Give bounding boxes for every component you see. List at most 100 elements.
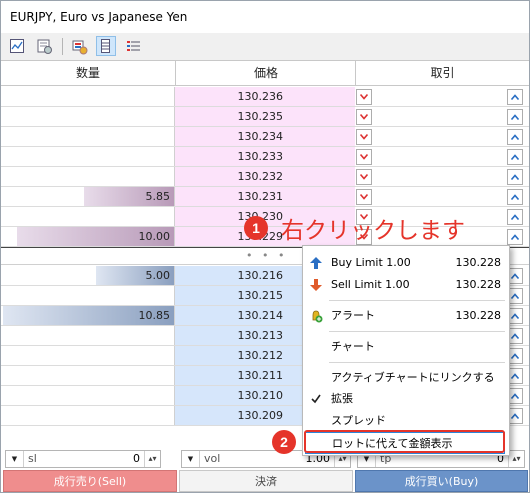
volume-cell [1,87,175,106]
chevron-down-icon [360,94,368,100]
menu-separator [329,331,505,332]
arrow-up-icon [309,256,323,270]
sell-order-dropdown[interactable] [356,149,372,165]
buy-order-dropdown[interactable] [507,229,523,245]
step-1-badge: 1 [244,216,268,240]
close-position-button[interactable]: 決済 [179,470,353,492]
chevron-up-icon [511,393,519,399]
depth-icon[interactable] [69,36,89,56]
sell-order-dropdown[interactable] [356,89,372,105]
buy-order-dropdown[interactable] [507,109,523,125]
chevron-up-icon [511,293,519,299]
buy-order-dropdown[interactable] [507,149,523,165]
chevron-down-icon [360,174,368,180]
chevron-up-icon [511,174,519,180]
calendar-icon[interactable] [96,36,116,56]
sell-order-dropdown[interactable] [356,169,372,185]
chevron-up-icon [511,134,519,140]
sell-order-dropdown[interactable] [356,189,372,205]
column-header: 数量 価格 取引 [1,61,529,86]
chart-icon[interactable] [7,36,27,56]
menu-item-alert[interactable]: アラート 130.228 [303,305,509,327]
volume-cell [1,346,175,365]
buy-order-dropdown[interactable] [507,189,523,205]
volume-cell: 10.00 [1,227,175,246]
sell-order-dropdown[interactable] [356,109,372,125]
ask-row[interactable]: 130.232 [1,167,529,187]
sl-stepper-icon[interactable]: ▴▾ [144,451,160,467]
separator-dots: • • • [246,249,288,262]
price-cell: 130.233 [175,147,355,166]
buy-order-dropdown[interactable] [507,209,523,225]
chevron-up-icon [511,273,519,279]
checkmark-icon [309,392,323,406]
chevron-up-icon [511,373,519,379]
context-menu: Buy Limit 1.00 130.228 Sell Limit 1.00 1… [302,245,510,456]
buy-market-button[interactable]: 成行買い(Buy) [355,470,528,492]
chevron-up-icon [511,413,519,419]
menu-item-buy-limit[interactable]: Buy Limit 1.00 130.228 [303,252,509,274]
buy-order-dropdown[interactable] [507,129,523,145]
volume-value: 10.85 [138,309,171,322]
buy-order-dropdown[interactable] [507,89,523,105]
alarm-icon [309,309,323,323]
volume-cell [1,127,175,146]
toolbar-divider [62,38,63,55]
order-button-bar: 成行売り(Sell) 決済 成行買い(Buy) [1,470,529,492]
sl-field[interactable]: ▼ sl 0 ▴▾ [5,450,161,468]
step-1-instruction: 右クリックします [281,218,465,244]
ask-row[interactable]: 130.234 [1,127,529,147]
volume-cell [1,406,175,425]
list-icon[interactable] [123,36,143,56]
menu-item-chart[interactable]: チャート [303,336,509,358]
ask-row[interactable]: 130.233 [1,147,529,167]
chart-label: チャート [331,340,375,353]
menu-item-expand[interactable]: 拡張 [303,388,509,410]
sl-value[interactable]: 0 [133,451,140,467]
price-cell: 130.234 [175,127,355,146]
highlight-outline [304,430,505,453]
chevron-down-icon [360,134,368,140]
vol-dropdown-icon[interactable]: ▼ [182,451,200,467]
settings-icon[interactable] [34,36,54,56]
volume-cell [1,326,175,345]
arrow-down-icon [309,278,323,292]
trade-column-header: 取引 [430,66,455,80]
price-cell: 130.232 [175,167,355,186]
buy-limit-label: Buy Limit 1.00 [331,256,411,269]
chevron-up-icon [511,234,519,240]
ask-row[interactable]: 130.236 [1,87,529,107]
menu-item-spread[interactable]: スプレッド [303,410,509,432]
chevron-up-icon [511,353,519,359]
menu-item-link-chart[interactable]: アクティブチャートにリンクする [303,367,509,389]
sell-order-dropdown[interactable] [356,129,372,145]
ask-row[interactable]: 130.235 [1,107,529,127]
sl-dropdown-icon[interactable]: ▼ [6,451,24,467]
volume-cell [1,286,175,305]
toolbar [1,33,529,61]
chevron-up-icon [511,94,519,100]
volume-cell: 5.85 [1,187,175,206]
ask-row[interactable]: 5.85 130.231 [1,187,529,207]
menu-separator [329,300,505,301]
alert-price: 130.228 [455,309,502,322]
sell-market-button[interactable]: 成行売り(Sell) [3,470,177,492]
tp-stepper-icon[interactable]: ▴▾ [508,451,524,467]
chevron-down-icon [360,114,368,120]
chevron-down-icon [360,154,368,160]
menu-item-sell-limit[interactable]: Sell Limit 1.00 130.228 [303,274,509,296]
sell-limit-label: Sell Limit 1.00 [331,278,410,291]
chevron-up-icon [511,154,519,160]
volume-cell [1,107,175,126]
chevron-up-icon [511,313,519,319]
chevron-down-icon [360,194,368,200]
chevron-up-icon [511,194,519,200]
volume-cell [1,167,175,186]
sell-limit-price: 130.228 [455,278,502,291]
step-2-badge: 2 [272,430,296,454]
volume-cell: 10.85 [1,306,175,325]
expand-label: 拡張 [331,392,353,405]
volume-cell [1,366,175,385]
chevron-up-icon [511,214,519,220]
buy-order-dropdown[interactable] [507,169,523,185]
